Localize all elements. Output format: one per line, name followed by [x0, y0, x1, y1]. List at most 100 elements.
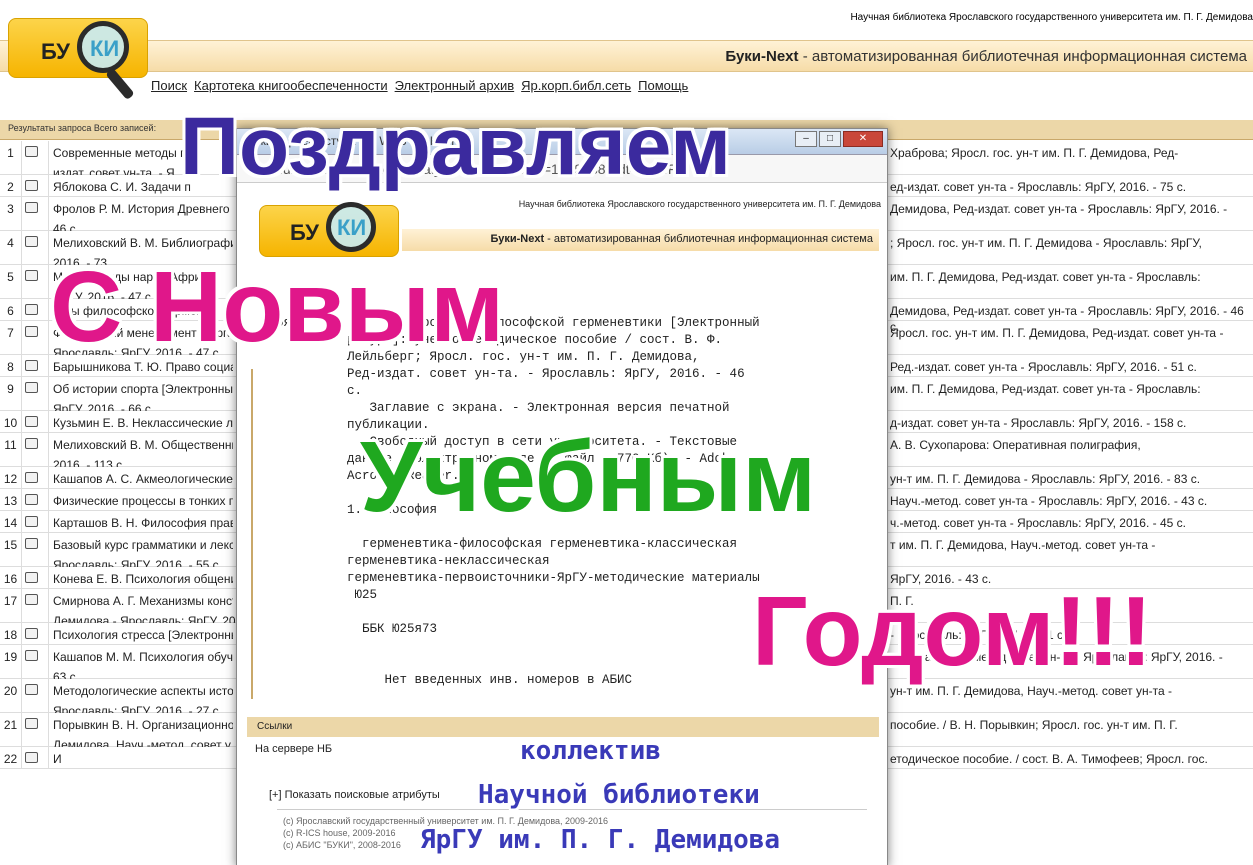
book-icon[interactable] — [25, 326, 38, 337]
row-number: 14 — [0, 511, 22, 532]
magnifier-handle — [105, 67, 135, 101]
row-number: 6 — [0, 299, 22, 320]
book-icon[interactable] — [25, 538, 38, 549]
row-citation: им. П. Г. Демидова, Ред-издат. совет ун-… — [890, 382, 1201, 396]
row-number: 5 — [0, 265, 22, 298]
nav-link[interactable]: Помощь — [638, 78, 688, 93]
greeting-line4: Годом!!! — [752, 576, 1153, 686]
minimize-button[interactable]: – — [795, 131, 817, 147]
book-icon[interactable] — [25, 146, 38, 157]
logo-text-ki: КИ — [90, 36, 120, 61]
book-icon[interactable] — [25, 594, 38, 605]
inner-system-desc: - автоматизированная библиотечная информ… — [544, 233, 873, 245]
row-title[interactable]: Базовый курс грамматики и лекс — [53, 537, 233, 553]
book-icon[interactable] — [25, 382, 38, 393]
system-desc: - автоматизированная библиотечная информ… — [798, 48, 1247, 65]
row-title[interactable]: Мелиховский В. М. Библиографи — [53, 235, 233, 251]
row-number: 20 — [0, 679, 22, 712]
row-citation: ; Яросл. гос. ун-т им. П. Г. Демидова - … — [890, 236, 1202, 250]
row-title[interactable]: Об истории спорта [Электронны — [53, 381, 233, 397]
row-number: 19 — [0, 645, 22, 678]
greeting-line1: Поздравляем — [180, 101, 731, 192]
maximize-button[interactable]: □ — [819, 131, 841, 147]
magnifier-icon: КИ — [77, 21, 129, 73]
book-icon[interactable] — [25, 516, 38, 527]
inner-logo-text: БУ — [290, 220, 319, 245]
row-title[interactable]: Кашапов А. С. Акмеологические — [53, 471, 233, 487]
book-icon[interactable] — [25, 416, 38, 427]
row-citation: А. В. Сухопарова: Оперативная полиграфия… — [890, 438, 1141, 452]
inner-logo-text-ki: КИ — [337, 215, 367, 240]
book-icon[interactable] — [25, 718, 38, 729]
row-title[interactable]: Порывкин В. Н. Организационно — [53, 717, 233, 733]
row-number: 7 — [0, 321, 22, 354]
row-title[interactable]: Психология стресса [Электронны — [53, 627, 233, 643]
book-icon[interactable] — [25, 304, 38, 315]
row-citation: Науч.-метод. совет ун-та - Ярославль: Яр… — [890, 494, 1208, 508]
row-title[interactable]: Мелиховский В. М. Общественны — [53, 437, 233, 453]
inner-magnifier-icon: КИ — [326, 202, 376, 252]
record-rule — [251, 369, 253, 699]
row-title[interactable]: Кашапов М. М. Психология обуч — [53, 649, 233, 665]
book-icon[interactable] — [25, 650, 38, 661]
show-attributes-link[interactable]: [+] Показать поисковые атрибуты — [269, 789, 440, 801]
row-title[interactable]: Методологические аспекты исто — [53, 683, 233, 699]
row-citation: Ред.-издат. совет ун-та - Ярославль: ЯрГ… — [890, 360, 1197, 374]
greeting-line3: Учебным — [360, 421, 817, 533]
book-icon[interactable] — [25, 202, 38, 213]
row-citation: пособие. / В. Н. Порывкин; Яросл. гос. у… — [890, 718, 1178, 732]
book-icon[interactable] — [25, 572, 38, 583]
row-citation: им. П. Г. Демидова, Ред-издат. совет ун-… — [890, 270, 1201, 284]
row-title[interactable]: Конева Е. В. Психология общени — [53, 571, 233, 587]
close-button[interactable]: ✕ — [843, 131, 883, 147]
nav-link[interactable]: Электронный архив — [395, 78, 515, 93]
nav-link[interactable]: Поиск — [151, 78, 187, 93]
book-icon[interactable] — [25, 684, 38, 695]
window-buttons: – □ ✕ — [795, 131, 883, 147]
book-icon[interactable] — [25, 628, 38, 639]
row-number: 21 — [0, 713, 22, 746]
row-title[interactable]: И — [53, 751, 233, 767]
logo-text: БУ — [41, 39, 70, 64]
row-citation: Яросл. гос. ун-т им. П. Г. Демидова, Ред… — [890, 326, 1224, 340]
row-number: 16 — [0, 567, 22, 588]
row-number: 15 — [0, 533, 22, 566]
book-icon[interactable] — [25, 236, 38, 247]
row-number: 13 — [0, 489, 22, 510]
row-number: 4 — [0, 231, 22, 264]
signature-line2: Научной библиотеки — [478, 780, 760, 810]
book-icon[interactable] — [25, 360, 38, 371]
row-citation: д-издат. совет ун-та - Ярославль: ЯрГУ, … — [890, 416, 1187, 430]
top-note: Научная библиотека Ярославского государс… — [850, 12, 1253, 23]
row-number: 10 — [0, 411, 22, 432]
book-icon[interactable] — [25, 438, 38, 449]
row-number: 17 — [0, 589, 22, 622]
inner-banner: Буки-Next - автоматизированная библиотеч… — [402, 229, 879, 251]
row-title[interactable]: Кузьмин Е. В. Неклассические ло — [53, 415, 233, 431]
logo[interactable]: БУ КИ — [8, 18, 148, 101]
row-citation: ед-издат. совет ун-та - Ярославль: ЯрГУ,… — [890, 180, 1187, 194]
system-name: Буки-Next — [725, 48, 799, 65]
row-title[interactable]: Физические процессы в тонких п — [53, 493, 233, 509]
nav-link[interactable]: Картотека книгообеспеченности — [194, 78, 388, 93]
signature-line1: коллектив — [520, 736, 661, 766]
book-icon[interactable] — [25, 270, 38, 281]
row-number: 12 — [0, 467, 22, 488]
book-icon[interactable] — [25, 180, 38, 191]
banner-title: Буки-Next - автоматизированная библиотеч… — [725, 48, 1247, 65]
book-icon[interactable] — [25, 472, 38, 483]
row-number: 18 — [0, 623, 22, 644]
row-title[interactable]: Смирнова А. Г. Механизмы конст — [53, 593, 233, 609]
row-title[interactable]: Карташов В. Н. Философия прав — [53, 515, 233, 531]
row-number: 3 — [0, 197, 22, 230]
row-number: 8 — [0, 355, 22, 376]
row-citation: Храброва; Яросл. гос. ун-т им. П. Г. Дем… — [890, 146, 1179, 160]
top-nav: Поиск Картотека книгообеспеченности Электр… — [151, 78, 695, 93]
book-icon[interactable] — [25, 494, 38, 505]
book-icon[interactable] — [25, 752, 38, 763]
row-number: 9 — [0, 377, 22, 410]
links-bar: Ссылки — [247, 717, 879, 737]
server-link[interactable]: На сервере НБ — [255, 743, 332, 755]
row-title[interactable]: Фролов Р. М. История Древнего — [53, 201, 233, 217]
nav-link[interactable]: Яр.корп.библ.сеть — [521, 78, 631, 93]
